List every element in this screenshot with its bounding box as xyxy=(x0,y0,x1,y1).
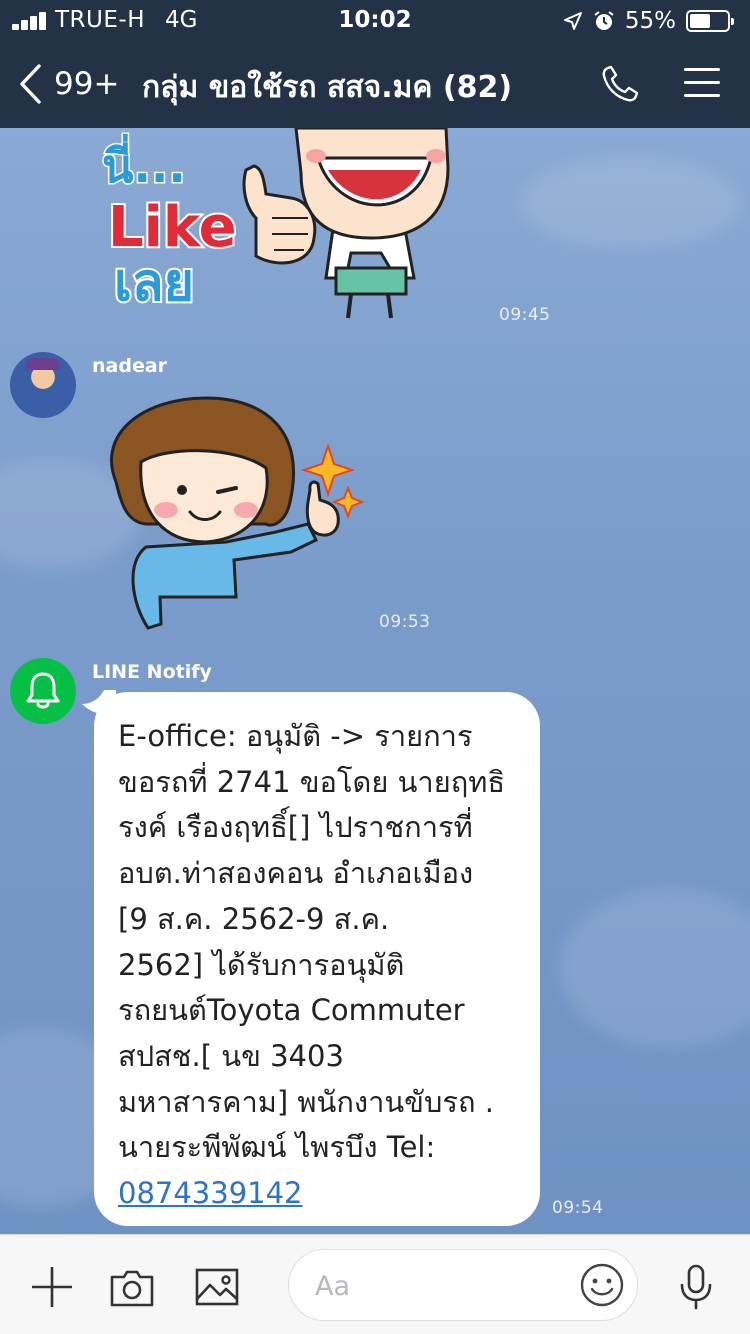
background-cloud xyxy=(560,888,750,1048)
phone-link[interactable]: 0874339142 xyxy=(118,1176,303,1210)
alarm-icon xyxy=(594,11,614,30)
message-line: อบต.ท่าสองคอน อำเภอเมือง xyxy=(118,856,474,891)
status-bar: TRUE-H 4G 10:02 55% xyxy=(0,0,750,42)
battery-icon xyxy=(686,10,734,32)
camera-icon[interactable] xyxy=(108,1263,156,1311)
message-line: 2562] ได้รับการอนุมัติ xyxy=(118,947,405,982)
message-line: นายระพีพัฒน์ ไพรบึง Tel: xyxy=(118,1130,436,1165)
chat-title: กลุ่ม ขอใช้รถ สสจ.มค (82) xyxy=(142,70,513,105)
message-line: มหาสารคาม] พนักงานขับรถ . xyxy=(118,1084,494,1119)
message-time: 09:54 xyxy=(552,1198,604,1218)
unread-count: 99+ xyxy=(54,66,120,102)
message-line: ขอรถที่ 2741 ขอโดย นายฤทธิ xyxy=(118,764,506,799)
message-input[interactable] xyxy=(315,1264,565,1308)
message-line: สปสช.[ นข 3403 xyxy=(118,1038,344,1073)
location-arrow-icon xyxy=(563,12,582,30)
battery-percent: 55% xyxy=(624,8,676,34)
sender-name: nadear xyxy=(92,355,168,377)
message-bubble[interactable]: E-office: อนุมัติ -> รายการ ขอรถที่ 2741… xyxy=(94,692,540,1226)
chat-header: 99+ กลุ่ม ขอใช้รถ สสจ.มค (82) xyxy=(0,42,750,128)
top-bar: TRUE-H 4G 10:02 55% 99+ กลุ่ม ขอใช้รถ สส… xyxy=(0,0,750,128)
message-input-field[interactable] xyxy=(288,1249,638,1321)
message-line: E-office: อนุมัติ -> รายการ xyxy=(118,719,473,753)
menu-icon[interactable] xyxy=(684,68,720,98)
microphone-icon[interactable] xyxy=(672,1263,720,1311)
sticker-thumbs-up[interactable] xyxy=(86,392,376,642)
sticker-text-1: นี่... xyxy=(102,134,186,193)
avatar-line-notify[interactable] xyxy=(10,658,76,724)
back-button[interactable]: 99+ xyxy=(18,62,119,106)
message-line: รงค์ เรืองฤทธิ์[] ไปราชการที่ xyxy=(118,810,473,845)
chevron-left-icon xyxy=(20,64,41,104)
avatar[interactable] xyxy=(10,352,76,418)
sticker-like[interactable]: นี่... Like เลย xyxy=(96,128,476,324)
message-line: รถยนต์Toyota Commuter xyxy=(118,993,465,1028)
sticker-text-3: เลย xyxy=(114,253,194,313)
emoji-icon[interactable] xyxy=(579,1262,625,1308)
sticker-text-2: Like xyxy=(108,195,237,260)
message-time: 09:53 xyxy=(379,612,431,632)
message-time: 09:45 xyxy=(499,305,551,325)
background-cloud xyxy=(520,158,740,248)
plus-icon[interactable] xyxy=(28,1263,76,1311)
message-line: [9 ส.ค. 2562-9 ส.ค. xyxy=(118,901,390,936)
sender-name: LINE Notify xyxy=(92,661,212,683)
phone-icon[interactable] xyxy=(600,64,640,104)
battery-fill xyxy=(690,14,710,28)
image-icon[interactable] xyxy=(193,1263,241,1311)
status-right-group: 55% xyxy=(563,6,734,36)
bell-icon xyxy=(26,672,60,709)
chat-area[interactable]: นี่... Like เลย 09:45 nadear 09:53 LINE … xyxy=(0,128,750,1234)
message-input-bar xyxy=(0,1234,750,1334)
